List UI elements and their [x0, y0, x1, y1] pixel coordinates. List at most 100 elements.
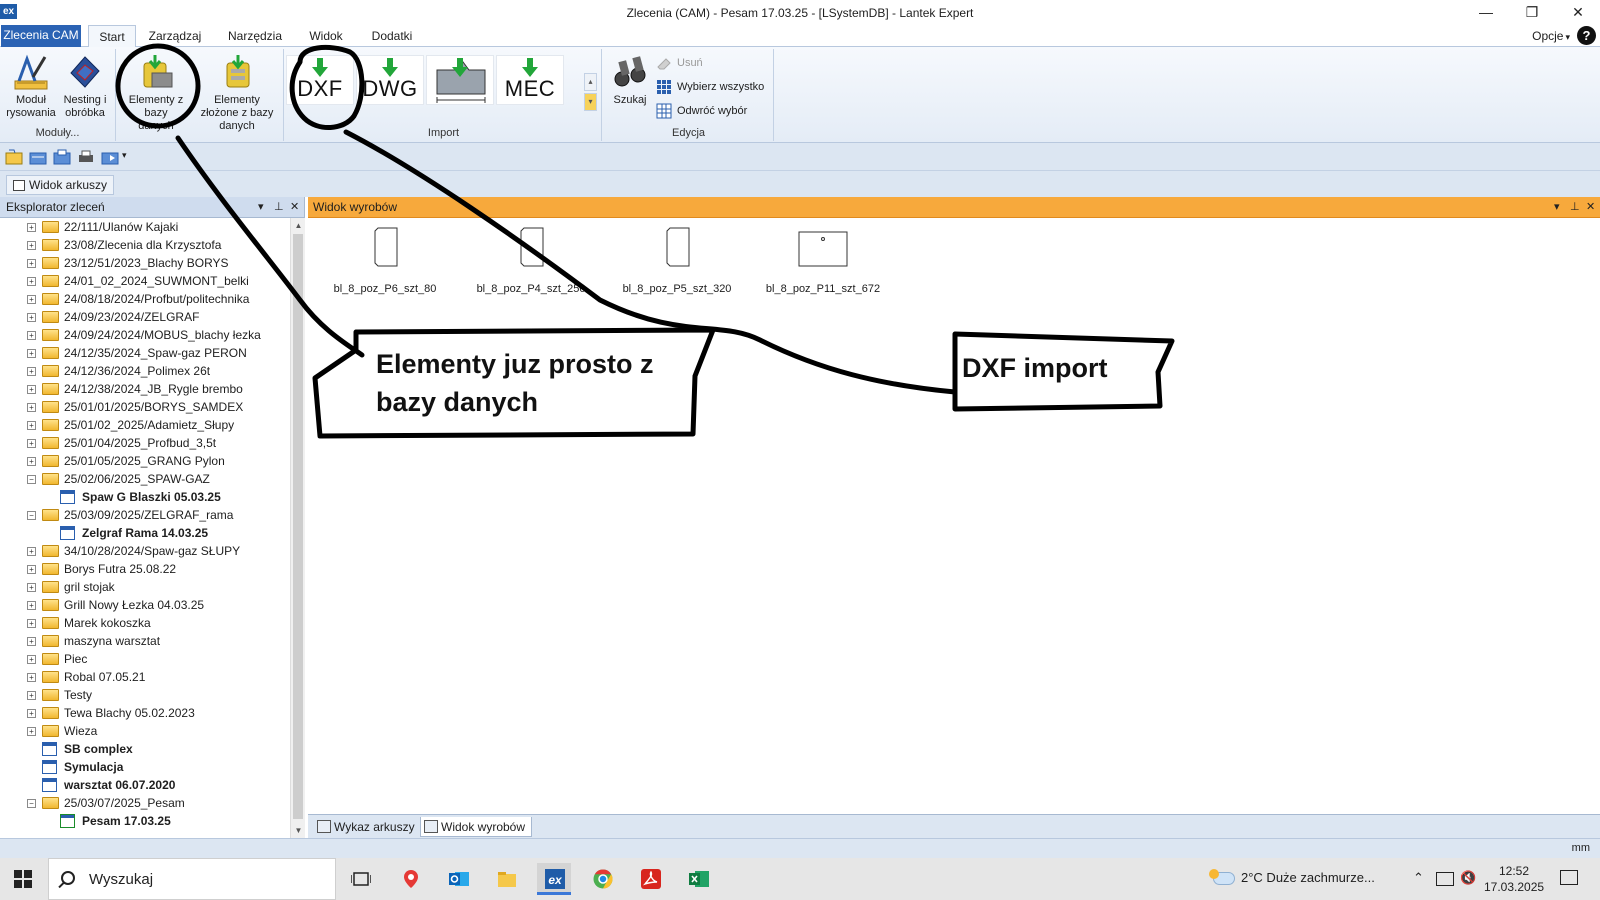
- tree-item[interactable]: +24/12/36/2024_Polimex 26t: [0, 362, 290, 380]
- tree-item[interactable]: +24/01_02_2024_SUWMONT_belki: [0, 272, 290, 290]
- taskbar-search-box[interactable]: Wyszukaj: [48, 858, 336, 900]
- tree-item[interactable]: − 25/03/09/2025/ZELGRAF_rama: [0, 506, 290, 524]
- tab-wykaz-arkuszy[interactable]: Wykaz arkuszy: [314, 817, 415, 837]
- open-folder-icon[interactable]: [29, 149, 47, 165]
- notifications-icon[interactable]: [1560, 870, 1578, 885]
- expand-icon[interactable]: +: [27, 421, 36, 430]
- gallery-expand-button[interactable]: ▾: [584, 93, 597, 111]
- tab-dodatki[interactable]: Dodatki: [364, 25, 420, 47]
- tree-item[interactable]: + maszyna warsztat: [0, 632, 290, 650]
- tree-item[interactable]: + Marek kokoszka: [0, 614, 290, 632]
- taskbar-clock[interactable]: 12:52 17.03.2025: [1484, 863, 1544, 895]
- expand-icon[interactable]: +: [27, 331, 36, 340]
- tree-item[interactable]: warsztat 06.07.2020: [0, 776, 290, 794]
- part-thumbnail[interactable]: bl_8_poz_P5_szt_320: [602, 227, 752, 297]
- expand-icon[interactable]: +: [27, 583, 36, 592]
- elementy-zlozone-button[interactable]: Elementy złożone z bazy danych: [194, 53, 280, 133]
- tab-narzedzia[interactable]: Narzędzia: [222, 25, 288, 47]
- taskbar-acrobat-app[interactable]: [633, 863, 667, 895]
- qat-dropdown-button[interactable]: ▾: [122, 150, 127, 161]
- expand-icon[interactable]: +: [27, 349, 36, 358]
- wybierz-wszystko-button[interactable]: Wybierz wszystko: [656, 77, 764, 97]
- widok-arkuszy-button[interactable]: Widok arkuszy: [6, 175, 115, 195]
- panel-pin-button[interactable]: ⊥: [1570, 197, 1580, 217]
- file-tab-zlecenia-cam[interactable]: Zlecenia CAM: [1, 25, 81, 47]
- expand-icon[interactable]: +: [27, 439, 36, 448]
- expand-icon[interactable]: +: [27, 637, 36, 646]
- gallery-scroll-up-button[interactable]: ▴: [584, 73, 597, 91]
- save-folder-icon[interactable]: [53, 149, 71, 165]
- panel-close-button[interactable]: ✕: [1586, 197, 1595, 217]
- minimize-button[interactable]: —: [1463, 0, 1509, 25]
- tab-widok[interactable]: Widok: [304, 25, 348, 47]
- tree-item[interactable]: + gril stojak: [0, 578, 290, 596]
- windows-start-icon[interactable]: [14, 870, 32, 888]
- tree-item[interactable]: +24/08/18/2024/Profbut/politechnika: [0, 290, 290, 308]
- collapse-icon[interactable]: −: [27, 475, 36, 484]
- tree-item[interactable]: + Grill Nowy Łezka 04.03.25: [0, 596, 290, 614]
- print-icon[interactable]: [77, 149, 95, 165]
- expand-icon[interactable]: +: [27, 565, 36, 574]
- taskbar-outlook-app[interactable]: [441, 863, 475, 895]
- tree-item[interactable]: +34/10/28/2024/Spaw-gaz SŁUPY: [0, 542, 290, 560]
- tree-item[interactable]: +24/12/38/2024_JB_Rygle brembo: [0, 380, 290, 398]
- expand-icon[interactable]: +: [27, 223, 36, 232]
- szukaj-button[interactable]: Szukaj: [608, 53, 652, 107]
- expand-icon[interactable]: +: [27, 367, 36, 376]
- part-thumbnail[interactable]: bl_8_poz_P6_szt_80: [310, 227, 460, 297]
- new-folder-icon[interactable]: [5, 149, 23, 165]
- expand-icon[interactable]: +: [27, 655, 36, 664]
- tree-item[interactable]: +25/01/02_2025/Adamietz_Słupy: [0, 416, 290, 434]
- usun-button[interactable]: Usuń: [656, 53, 703, 73]
- tree-item[interactable]: SB complex: [0, 740, 290, 758]
- panel-menu-button[interactable]: ▾: [258, 197, 264, 217]
- collapse-icon[interactable]: −: [27, 511, 36, 520]
- maximize-button[interactable]: ❐: [1509, 0, 1555, 25]
- tree-item[interactable]: + Tewa Blachy 05.02.2023: [0, 704, 290, 722]
- tree-item[interactable]: +24/12/35/2024_Spaw-gaz PERON: [0, 344, 290, 362]
- elementy-z-bazy-button[interactable]: Elementy z bazy danych: [126, 53, 186, 133]
- expand-icon[interactable]: +: [27, 241, 36, 250]
- modul-rysowania-button[interactable]: Moduł rysowania: [4, 53, 58, 120]
- tree-item[interactable]: Pesam 17.03.25: [0, 812, 290, 830]
- expand-icon[interactable]: +: [27, 547, 36, 556]
- tree-item[interactable]: +22/111/Ulanów Kajaki: [0, 218, 290, 236]
- close-button[interactable]: ✕: [1555, 0, 1600, 25]
- tab-widok-wyrobow[interactable]: Widok wyrobów: [420, 817, 533, 837]
- tree-item[interactable]: − 25/03/07/2025_Pesam: [0, 794, 290, 812]
- tab-zarzadzaj[interactable]: Zarządzaj: [144, 25, 206, 47]
- export-folder-icon[interactable]: [101, 149, 119, 165]
- tree-item[interactable]: +25/01/04/2025_Profbud_3,5t: [0, 434, 290, 452]
- expand-icon[interactable]: +: [27, 313, 36, 322]
- task-view-button[interactable]: [343, 863, 377, 895]
- expand-icon[interactable]: +: [27, 385, 36, 394]
- collapse-icon[interactable]: −: [27, 799, 36, 808]
- taskbar-chrome-app[interactable]: [585, 863, 619, 895]
- expand-icon[interactable]: +: [27, 691, 36, 700]
- odwroc-wybor-button[interactable]: Odwróć wybór: [656, 101, 747, 121]
- expand-icon[interactable]: +: [27, 259, 36, 268]
- tree-item[interactable]: +24/09/23/2024/ZELGRAF: [0, 308, 290, 326]
- tree-item[interactable]: + Robal 07.05.21: [0, 668, 290, 686]
- part-thumbnail[interactable]: bl_8_poz_P11_szt_672: [748, 227, 898, 297]
- expand-icon[interactable]: +: [27, 709, 36, 718]
- scroll-up-button[interactable]: ▲: [291, 218, 306, 233]
- taskbar-lantek-app[interactable]: ex: [537, 863, 571, 895]
- tree-item[interactable]: +25/01/05/2025_GRANG Pylon: [0, 452, 290, 470]
- tree-item[interactable]: +25/01/01/2025/BORYS_SAMDEX: [0, 398, 290, 416]
- import-dwg-button[interactable]: DWG: [356, 55, 424, 105]
- taskbar-explorer-app[interactable]: [489, 863, 523, 895]
- panel-close-button[interactable]: ✕: [290, 197, 299, 217]
- tree-scrollbar[interactable]: ▲ ▼: [290, 218, 305, 838]
- panel-pin-button[interactable]: ⊥: [274, 197, 284, 217]
- tree-item[interactable]: Spaw G Blaszki 05.03.25: [0, 488, 290, 506]
- expand-icon[interactable]: +: [27, 295, 36, 304]
- tray-chevron-icon[interactable]: ⌃: [1413, 870, 1424, 886]
- expand-icon[interactable]: +: [27, 619, 36, 628]
- help-icon[interactable]: ?: [1577, 26, 1596, 45]
- expand-icon[interactable]: +: [27, 457, 36, 466]
- import-mec-button[interactable]: MEC: [496, 55, 564, 105]
- tree-item[interactable]: + Wieza: [0, 722, 290, 740]
- tree-item[interactable]: Zelgraf Rama 14.03.25: [0, 524, 290, 542]
- expand-icon[interactable]: +: [27, 673, 36, 682]
